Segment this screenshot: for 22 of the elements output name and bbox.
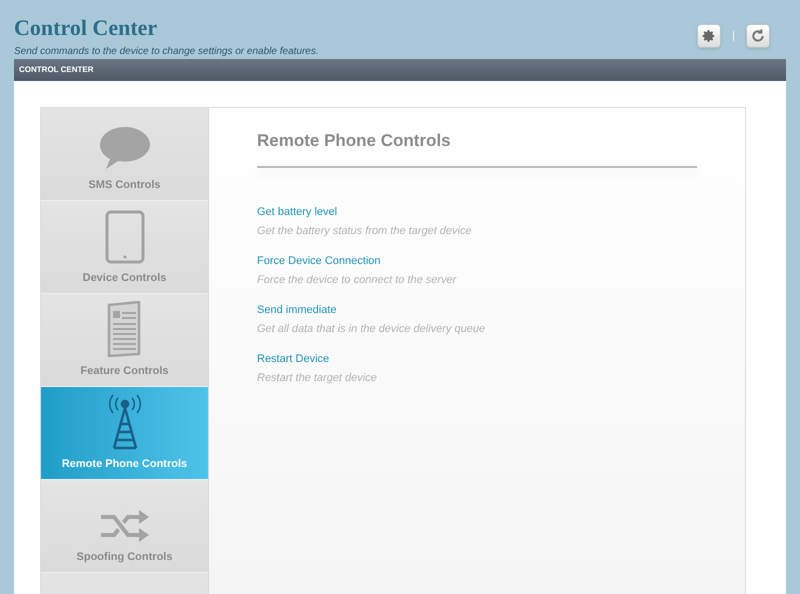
page-title: Control Center — [14, 16, 158, 40]
refresh-button[interactable] — [746, 24, 770, 48]
action-description: Get the battery status from the target device — [257, 224, 472, 239]
document-icon — [106, 300, 144, 356]
sidebar-tab[interactable]: Remote Phone Controls — [41, 387, 208, 480]
action-description: Restart the target device — [257, 371, 377, 386]
section-header-title: CONTROL CENTER — [19, 64, 94, 76]
action-link[interactable]: Get battery level — [257, 204, 338, 220]
page-subtitle: Send commands to the device to change settings or enable features. — [14, 45, 319, 59]
tablet-icon — [104, 210, 144, 264]
action-link[interactable]: Send immediate — [257, 302, 336, 318]
settings-icon — [702, 29, 716, 43]
refresh-icon — [750, 28, 766, 44]
radio-tower-icon — [106, 394, 142, 450]
speech-bubble-icon — [98, 124, 150, 170]
shuffle-icon — [98, 508, 150, 542]
action-link[interactable]: Restart Device — [257, 350, 330, 367]
action-description: Force the device to connect to the server — [257, 273, 456, 288]
action-link[interactable]: Force Device Connection — [257, 252, 381, 269]
panel-title: Remote Phone Controls — [257, 130, 452, 152]
settings-button[interactable] — [697, 24, 721, 48]
action-description: Get all data that is in the device delivery queue — [257, 322, 486, 337]
